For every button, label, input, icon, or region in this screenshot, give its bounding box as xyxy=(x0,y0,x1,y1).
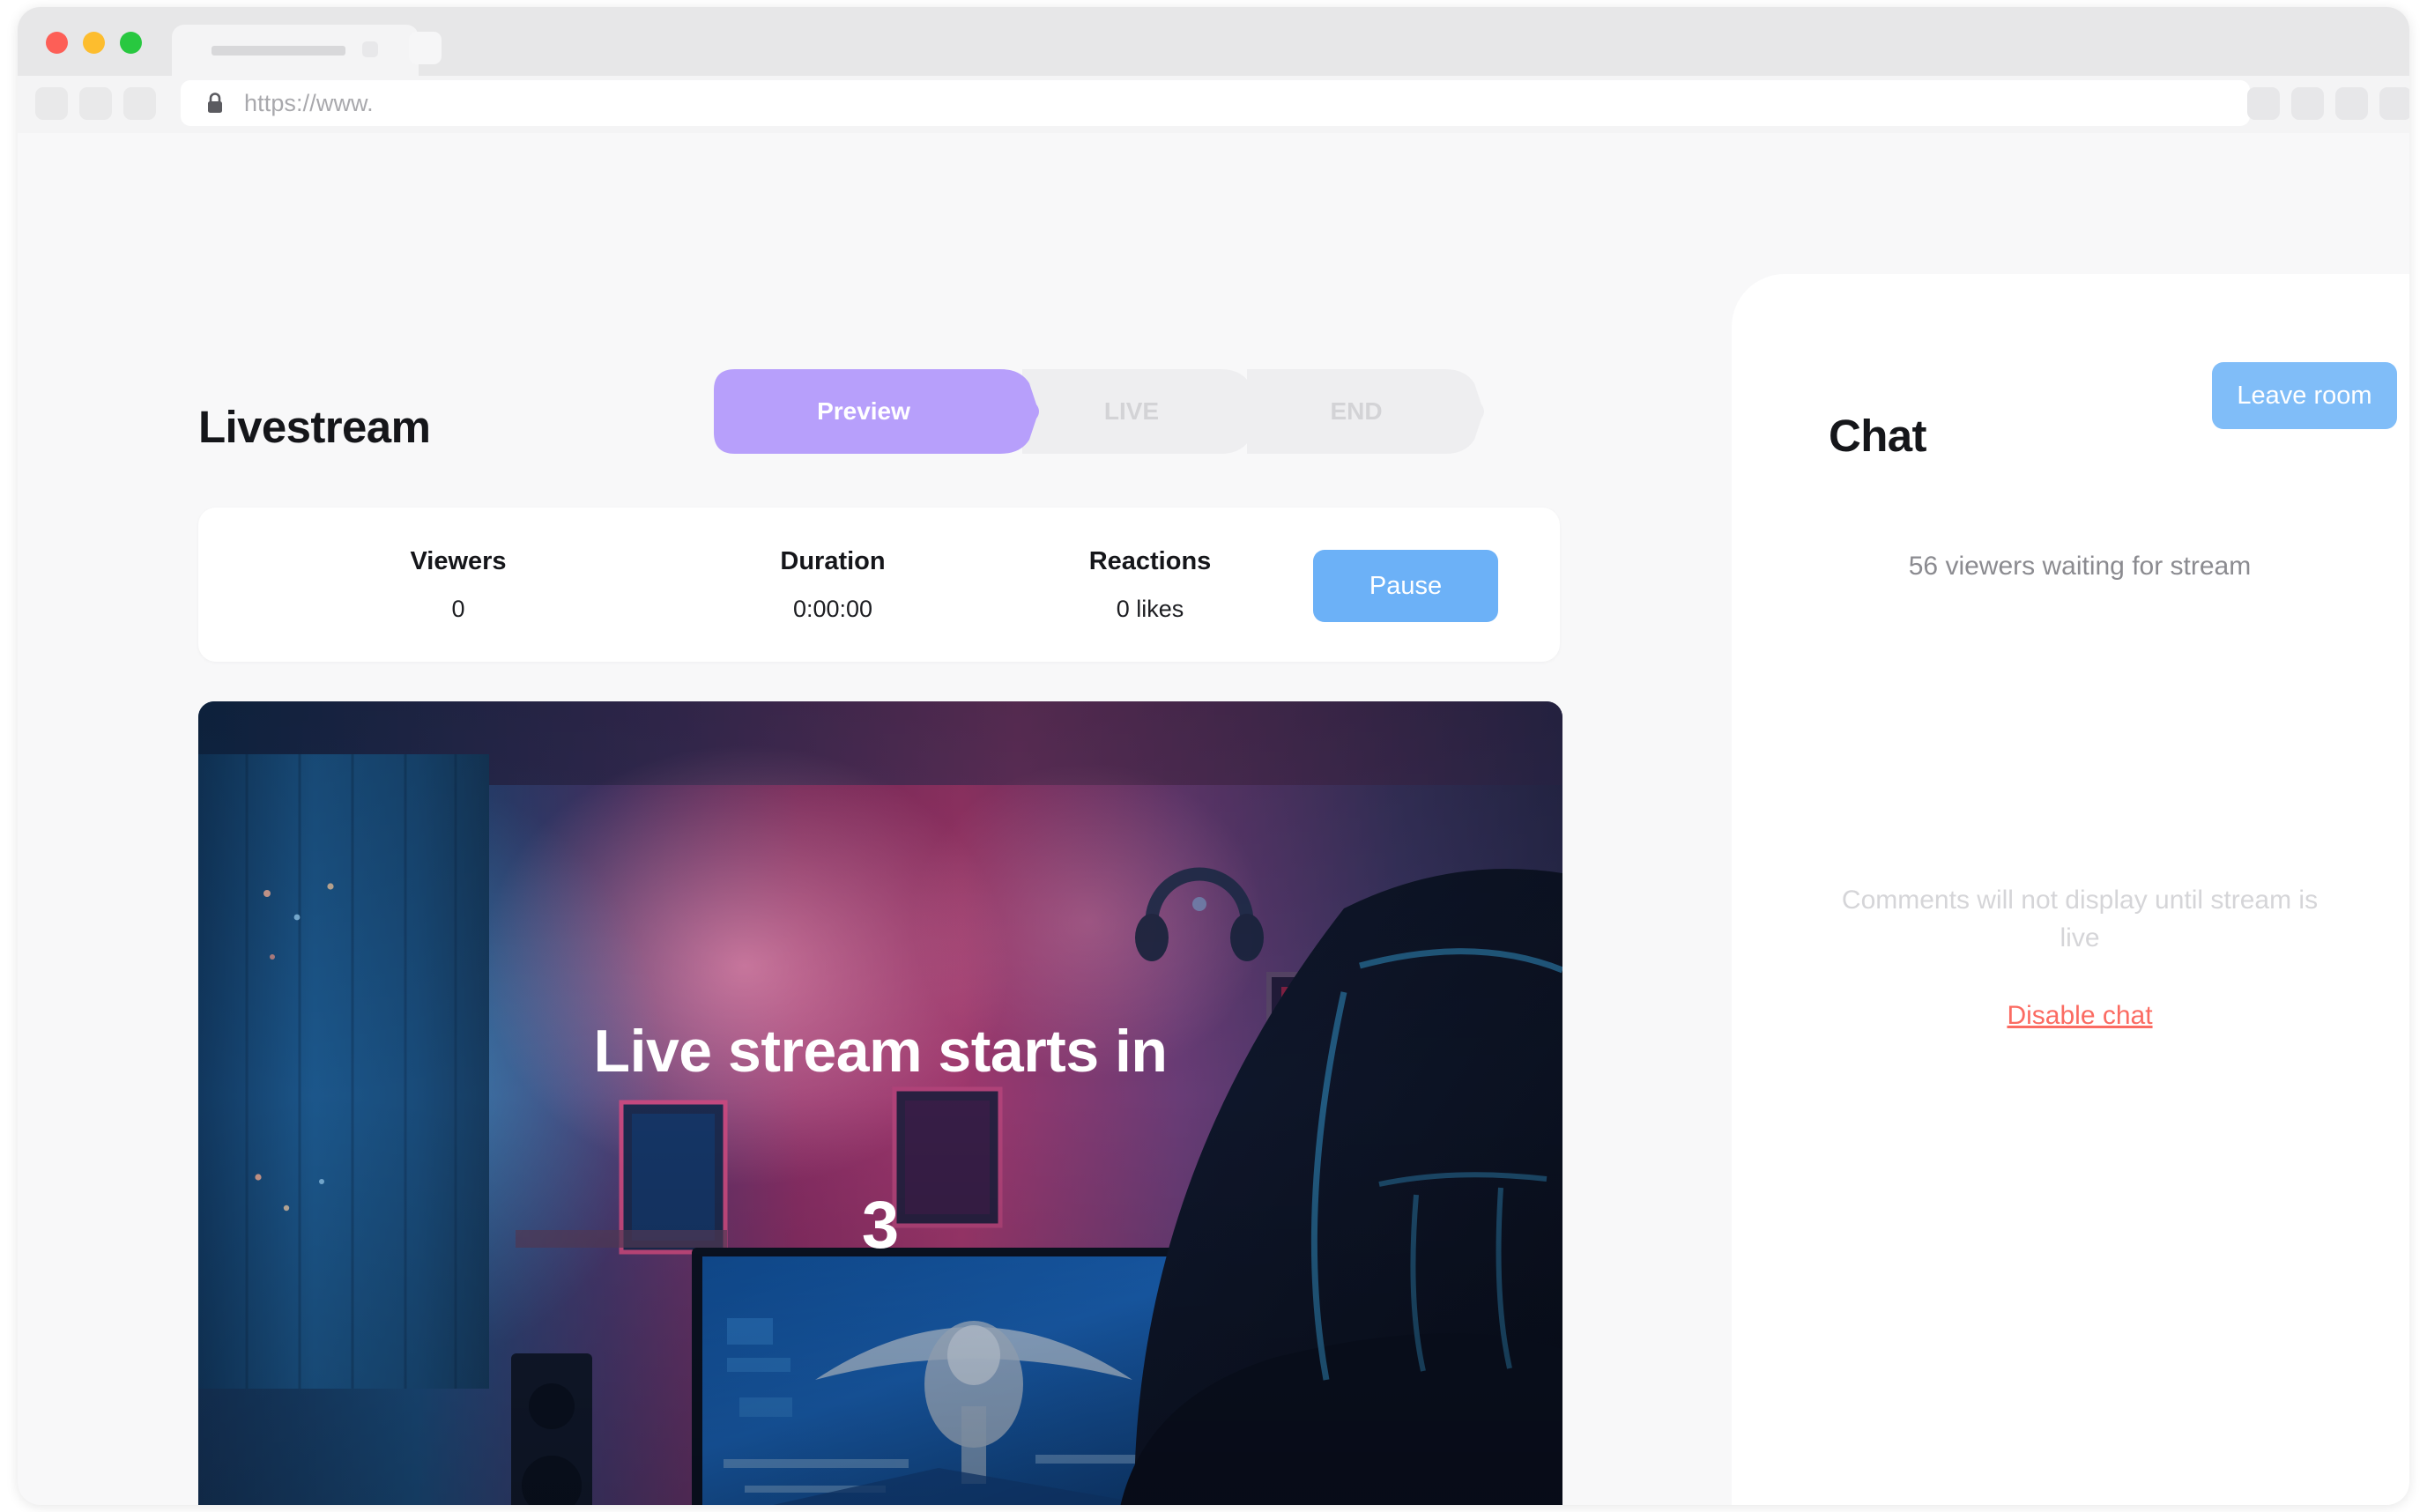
browser-toolbar: https://www. xyxy=(18,76,2409,133)
chat-title: Chat xyxy=(1829,411,1927,462)
tab-close-icon[interactable] xyxy=(362,41,378,57)
stat-viewers-value: 0 xyxy=(451,596,465,622)
stat-reactions-label: Reactions xyxy=(1088,547,1212,575)
stat-duration-value: 0:00:00 xyxy=(792,596,873,622)
pause-button[interactable]: Pause xyxy=(1313,550,1498,622)
stream-stats-card: Viewers 0 Duration 0:00:00 Reactions 0 l… xyxy=(198,508,1560,662)
stat-reactions-value: 0 likes xyxy=(1116,596,1184,622)
chat-waiting-count: 56 viewers waiting for stream xyxy=(1908,552,2252,581)
leave-room-button[interactable]: Leave room xyxy=(2212,362,2397,429)
stat-viewers-label: Viewers xyxy=(410,547,507,575)
address-bar[interactable]: https://www. xyxy=(181,80,2250,126)
back-button[interactable] xyxy=(35,87,68,120)
browser-menu-button[interactable] xyxy=(2379,87,2409,120)
disable-chat-link[interactable]: Disable chat xyxy=(1732,1001,2409,1031)
stepper-step-live[interactable]: LIVE xyxy=(1022,369,1260,454)
browser-window: https://www. Livestream END LIVE Preview… xyxy=(18,7,2409,1505)
tab-title-placeholder xyxy=(212,46,345,56)
minimize-window-button[interactable] xyxy=(83,32,105,54)
close-window-button[interactable] xyxy=(46,32,68,54)
extension-button-1[interactable] xyxy=(2247,87,2280,120)
page-content: Livestream END LIVE Preview Viewers 0 Du… xyxy=(18,133,2409,1505)
stepper-step-preview-label: Preview xyxy=(817,397,910,425)
stepper-step-live-label: LIVE xyxy=(1103,397,1160,425)
browser-tab-strip xyxy=(18,7,2409,76)
chat-panel: Chat Leave room 56 viewers waiting for s… xyxy=(1732,274,2409,1505)
window-traffic-lights xyxy=(46,32,142,54)
extension-button-3[interactable] xyxy=(2335,87,2368,120)
address-bar-text: https://www. xyxy=(244,89,374,116)
chat-empty-notice: Comments will not display until stream i… xyxy=(1841,886,2319,952)
reload-button[interactable] xyxy=(123,87,156,120)
stat-viewers: Viewers 0 xyxy=(392,547,524,623)
new-tab-button[interactable] xyxy=(409,32,442,64)
livestream-stepper: END LIVE Preview xyxy=(714,369,1485,454)
stat-duration-label: Duration xyxy=(780,547,886,575)
page-title: Livestream xyxy=(198,402,431,453)
stepper-step-preview[interactable]: Preview xyxy=(714,369,1040,454)
countdown-title: Live stream starts in xyxy=(593,1017,1168,1085)
video-countdown-overlay: Live stream starts in 3 xyxy=(198,701,1562,1505)
extension-button-2[interactable] xyxy=(2291,87,2324,120)
stat-duration: Duration 0:00:00 xyxy=(753,547,912,623)
stat-reactions: Reactions 0 likes xyxy=(1071,547,1229,623)
stepper-step-end-label: END xyxy=(1330,397,1383,425)
stepper-step-end[interactable]: END xyxy=(1247,369,1485,454)
video-preview-card[interactable]: Live stream starts in 3 xyxy=(198,701,1562,1505)
browser-tab-active[interactable] xyxy=(172,25,419,76)
countdown-number: 3 xyxy=(861,1187,900,1263)
maximize-window-button[interactable] xyxy=(120,32,142,54)
lock-icon xyxy=(208,93,222,113)
forward-button[interactable] xyxy=(79,87,112,120)
